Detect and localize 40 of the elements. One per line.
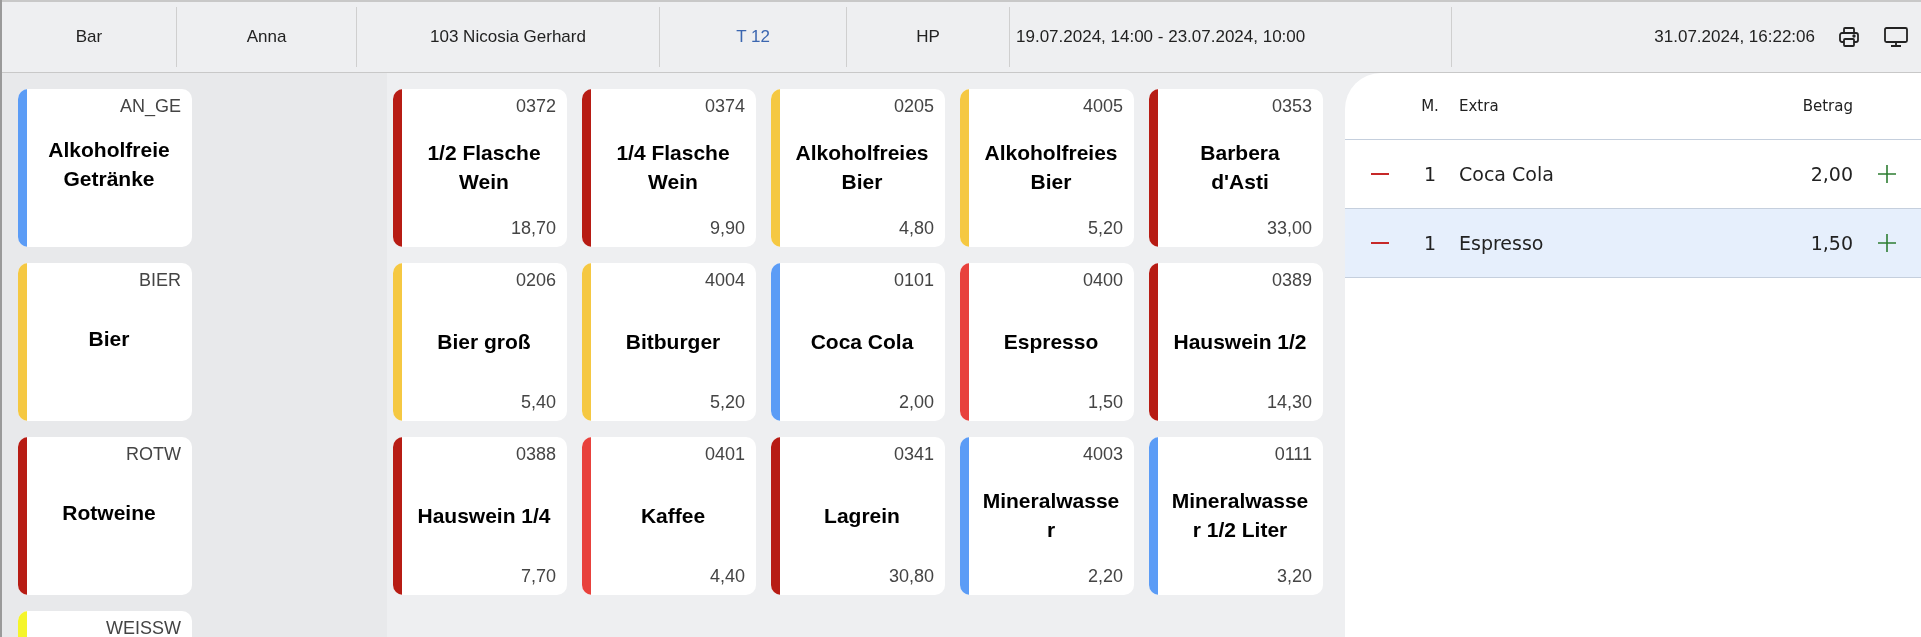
- quantity-text: 1: [1422, 161, 1438, 187]
- amount-text: 1,50: [1809, 230, 1853, 256]
- category-tile[interactable]: AN_GE Alkoholfreie Getränke: [18, 89, 192, 247]
- plus-icon[interactable]: [1878, 165, 1896, 183]
- product-tile[interactable]: 0341 Lagrein 30,80: [771, 437, 945, 595]
- product-tile[interactable]: 0205 Alkoholfreies Bier 4,80: [771, 89, 945, 247]
- category-tile[interactable]: WEISSW: [18, 611, 192, 637]
- category-tile[interactable]: ROTW Rotweine: [18, 437, 192, 595]
- product-tile[interactable]: 0353 Barbera d'Asti 33,00: [1149, 89, 1323, 247]
- product-tile[interactable]: 0101 Coca Cola 2,00: [771, 263, 945, 421]
- quantity-text: 1: [1422, 230, 1438, 256]
- printer-icon[interactable]: [1837, 25, 1861, 49]
- product-tile[interactable]: 0401 Kaffee 4,40: [582, 437, 756, 595]
- header-text: Bar: [75, 26, 103, 49]
- column-header: Extra: [1459, 95, 1500, 117]
- column-header: Betrag: [1801, 95, 1853, 117]
- product-tile[interactable]: 0388 Hauswein 1/4 7,70: [393, 437, 567, 595]
- header-text: 103 Nicosia Gerhard: [430, 26, 586, 49]
- product-tile[interactable]: 0111 Mineralwasser 1/2 Liter 3,20: [1149, 437, 1323, 595]
- product-tile[interactable]: 4005 Alkoholfreies Bier 5,20: [960, 89, 1134, 247]
- current-datetime: 31.07.2024, 16:22:06: [1654, 26, 1815, 49]
- order-row[interactable]: 1 Espresso 1,50: [1345, 209, 1921, 278]
- header-text: Anna: [246, 26, 287, 49]
- item-name: Espresso: [1459, 230, 1545, 256]
- column-header: M.: [1420, 95, 1440, 117]
- amount-text: 2,00: [1809, 161, 1853, 187]
- product-tile[interactable]: 0374 1/4 Flasche Wein 9,90: [582, 89, 756, 247]
- product-tile[interactable]: 0372 1/2 Flasche Wein 18,70: [393, 89, 567, 247]
- table-link[interactable]: T 12: [736, 24, 770, 50]
- item-name: Coca Cola: [1459, 161, 1555, 187]
- product-tile[interactable]: 4004 Bitburger 5,20: [582, 263, 756, 421]
- product-tile[interactable]: 0389 Hauswein 1/2 14,30: [1149, 263, 1323, 421]
- monitor-icon[interactable]: [1883, 25, 1909, 49]
- header-text: 19.07.2024, 14:00 - 23.07.2024, 10:00: [1016, 26, 1306, 49]
- category-tile[interactable]: BIER Bier: [18, 263, 192, 421]
- plus-icon[interactable]: [1878, 234, 1896, 252]
- product-tile[interactable]: 0206 Bier groß 5,40: [393, 263, 567, 421]
- product-tile[interactable]: 4003 Mineralwasser 2,20: [960, 437, 1134, 595]
- header-text: HP: [916, 26, 940, 49]
- product-tile[interactable]: 0400 Espresso 1,50: [960, 263, 1134, 421]
